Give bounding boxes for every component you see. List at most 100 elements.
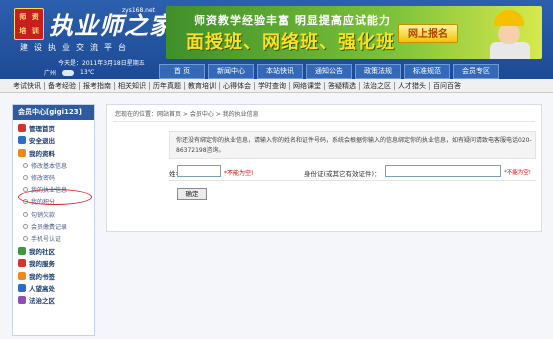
subnav-item[interactable]: 教育培训 (185, 81, 220, 90)
sidebar-item-career[interactable]: 人望高处 (13, 282, 94, 294)
sidebar-item-my-profile[interactable]: 我的资料 (13, 147, 94, 159)
bullet-icon (23, 211, 28, 217)
logo-char: 师 (19, 13, 27, 21)
sidebar-title: 会员中心[gigi123] (13, 105, 94, 120)
site-header: 师 资 培 训 执业师之家 zys168.net 建设执业交流平台 今天是：20… (0, 0, 553, 79)
nav-item-standards[interactable]: 标准规范 (404, 64, 450, 79)
breadcrumb: 您现在的位置：网站首页 > 会员中心 > 我的执业信息 (115, 111, 259, 118)
subnav-item[interactable]: 报考指南 (80, 81, 115, 90)
site-domain: zys168.net (122, 7, 156, 14)
sidebar-item-practice-info[interactable]: 我的执业信息 (13, 183, 94, 195)
sidebar-item-admin-home[interactable]: 管理首页 (13, 122, 94, 134)
nav-item-policies[interactable]: 政策法规 (355, 64, 401, 79)
nav-item-site-news[interactable]: 本站快讯 (257, 64, 303, 79)
banner-tagline: 师资教学经验丰富 明显提高应试能力 (194, 14, 391, 27)
subnav-item[interactable]: 考试快讯 (10, 81, 45, 90)
bullet-icon (23, 187, 28, 193)
subnav-item[interactable]: 人才猎头 (395, 81, 430, 90)
sidebar-item-payment-records[interactable]: 会员缴费记录 (13, 220, 94, 232)
nav-item-members[interactable]: 会员专区 (453, 64, 499, 79)
home-icon (18, 124, 26, 133)
sidebar-item-logout[interactable]: 安全退出 (13, 134, 94, 146)
subnav-item[interactable]: 法治之区 (360, 81, 395, 90)
sidebar-item-label: 我的积分 (31, 199, 56, 207)
nav-item-home[interactable]: 首 页 (159, 64, 205, 79)
site-title[interactable]: 执业师之家 (49, 6, 174, 41)
name-required-hint: *不能为空! (224, 170, 254, 177)
bookmark-icon (18, 271, 26, 280)
sidebar-item-label: 我的服务 (29, 260, 55, 269)
site-slogan: 建设执业交流平台 (20, 43, 132, 52)
bullet-icon (23, 162, 28, 168)
member-sidebar: 会员中心[gigi123] 管理首页 安全退出 我的资料 修改基本信息 修改密码… (12, 104, 95, 336)
subnav-item[interactable]: 相关知识 (115, 81, 150, 90)
subnav-item[interactable]: 心得体会 (220, 81, 255, 90)
main-panel: 您现在的位置：网站首页 > 会员中心 > 我的执业信息 你还没有绑定你的执业信息… (106, 104, 542, 232)
sidebar-item-label: 管理首页 (29, 125, 55, 134)
subnav-item[interactable]: 网络课堂 (290, 81, 325, 90)
site-logo-badge[interactable]: 师 资 培 训 (14, 8, 44, 40)
bullet-icon (23, 236, 28, 242)
sidebar-item-label: 我的执业信息 (31, 187, 68, 195)
sidebar-item-my-community[interactable]: 我的社区 (13, 245, 94, 257)
sidebar-item-label: 会员缴费记录 (31, 224, 68, 232)
community-icon (18, 247, 26, 256)
id-number-input[interactable] (385, 165, 501, 177)
nav-item-news[interactable]: 新闻中心 (208, 64, 254, 79)
weather-temperature: 13℃ (80, 69, 95, 76)
main-nav: 首 页 新闻中心 本站快讯 通知公告 政策法规 标准规范 会员专区 (159, 64, 499, 79)
sidebar-item-label: 我的资料 (29, 149, 55, 158)
sidebar-item-edit-info[interactable]: 修改基本信息 (13, 159, 94, 171)
bullet-icon (23, 174, 28, 180)
logout-icon (18, 136, 26, 145)
sidebar-item-my-services[interactable]: 我的服务 (13, 257, 94, 269)
subnav-item[interactable]: 备考经验 (45, 81, 80, 90)
sidebar-item-label: 法治之区 (29, 297, 55, 306)
banner-signup-button[interactable]: 网上报名 (398, 24, 458, 43)
ad-banner[interactable]: 师资教学经验丰富 明显提高应试能力 面授班、网络班、强化班 网上报名 (166, 6, 542, 59)
current-date: 今天是：2011年3月18日星期五 (58, 60, 145, 67)
nav-item-notices[interactable]: 通知公告 (306, 64, 352, 79)
law-icon (18, 296, 26, 305)
sidebar-item-clear-arrears[interactable]: 勾销欠款 (13, 208, 94, 220)
worker-figure-image (484, 8, 536, 59)
sidebar-item-my-points[interactable]: 我的积分 (13, 196, 94, 208)
sidebar-item-law-zone[interactable]: 法治之区 (13, 294, 94, 306)
confirm-button[interactable]: 确定 (177, 188, 207, 200)
name-input[interactable] (177, 165, 221, 177)
banner-headline: 面授班、网络班、强化班 (186, 32, 395, 53)
sidebar-item-phone-verify[interactable]: 手机号认证 (13, 233, 94, 245)
subnav-item[interactable]: 历年真题 (150, 81, 185, 90)
subnav-item[interactable]: 答疑精选 (325, 81, 360, 90)
profile-icon (18, 148, 26, 157)
logo-char: 资 (31, 13, 39, 21)
sidebar-menu: 管理首页 安全退出 我的资料 修改基本信息 修改密码 我的执业信息 我的积分 勾… (13, 120, 94, 306)
sidebar-item-label: 修改密码 (31, 174, 56, 182)
services-icon (18, 259, 26, 268)
binding-notice: 你还没有绑定你的执业信息，请输入你的姓名和证件号码，系统会根据你输入的信息绑定你… (169, 131, 536, 159)
id-label: 身份证(或其它有效证件)： (304, 170, 381, 178)
bullet-icon (23, 224, 28, 230)
sidebar-item-my-bookmarks[interactable]: 我的书签 (13, 270, 94, 282)
sidebar-item-label: 手机号认证 (31, 236, 62, 244)
sub-nav: 考试快讯 备考经验 报考指南 相关知识 历年真题 教育培训 心得体会 学时查询 … (0, 79, 553, 93)
cloud-icon (62, 69, 75, 76)
logo-char: 训 (31, 27, 39, 35)
sidebar-item-label: 我的社区 (29, 248, 55, 257)
weather-widget: 广州 13℃ (44, 68, 94, 77)
sidebar-item-label: 勾销欠款 (31, 211, 56, 219)
logo-char: 培 (19, 27, 27, 35)
sidebar-item-label: 安全退出 (29, 137, 55, 146)
id-required-hint: *不能为空! (504, 170, 531, 176)
sidebar-item-label: 修改基本信息 (31, 162, 68, 170)
notice-text: 你还没有绑定你的执业信息，请输入你的姓名和证件号码，系统会根据你输入的信息绑定你… (176, 137, 532, 154)
divider (113, 121, 535, 122)
bullet-icon (23, 199, 28, 205)
weather-city: 广州 (44, 70, 57, 77)
sidebar-item-label: 我的书签 (29, 272, 55, 281)
sidebar-item-change-password[interactable]: 修改密码 (13, 171, 94, 183)
subnav-item[interactable]: 百问百答 (430, 82, 464, 90)
sidebar-item-label: 人望高处 (29, 285, 55, 293)
subnav-item[interactable]: 学时查询 (255, 81, 290, 90)
binding-form-row: 姓名： *不能为空! 身份证(或其它有效证件)： *不能为空! (169, 163, 536, 181)
